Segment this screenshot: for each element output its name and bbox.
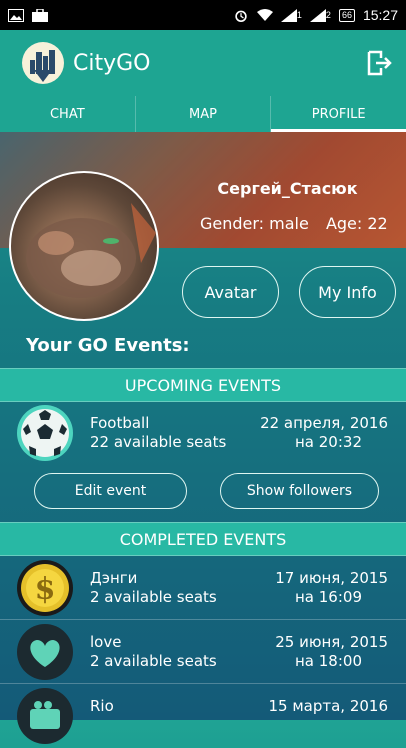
- tab-chat[interactable]: CHAT: [0, 96, 135, 132]
- event-seats: 2 available seats: [90, 652, 217, 670]
- event-name: Дэнги: [90, 569, 138, 587]
- upcoming-events-header: UPCOMING EVENTS: [0, 368, 406, 402]
- sim1-label: 1: [296, 10, 302, 20]
- tab-profile[interactable]: PROFILE: [270, 96, 406, 132]
- sim2-label: 2: [325, 10, 331, 20]
- heart-icon: [16, 623, 74, 681]
- event-date: 15 марта, 2016: [268, 697, 388, 715]
- event-date: 22 апреля, 2016: [260, 414, 388, 432]
- logout-icon[interactable]: [366, 50, 392, 76]
- status-left: [8, 8, 48, 22]
- list-item[interactable]: Rio 15 марта, 2016: [0, 684, 406, 748]
- user-gender: Gender: male: [200, 214, 309, 233]
- event-seats: 22 available seats: [90, 433, 227, 451]
- status-bar: 1 2 66 15:27: [0, 0, 406, 30]
- event-date: 25 июня, 2015: [275, 633, 388, 651]
- event-date: 17 июня, 2015: [275, 569, 388, 587]
- completed-events-header: COMPLETED EVENTS: [0, 522, 406, 556]
- user-age: Age: 22: [325, 214, 388, 233]
- event-name: Rio: [90, 697, 114, 715]
- event-time: на 20:32: [295, 433, 362, 451]
- briefcase-icon: [32, 8, 48, 22]
- list-item[interactable]: $ Дэнги 2 available seats 17 июня, 2015 …: [0, 556, 406, 620]
- soccer-ball-icon: [16, 404, 74, 462]
- status-right: 1 2 66 15:27: [233, 7, 398, 23]
- tab-map[interactable]: MAP: [134, 96, 271, 132]
- dollar-coin-icon: $: [16, 559, 74, 617]
- signal-sim2-icon: [309, 8, 326, 22]
- events-heading: Your GO Events:: [26, 335, 190, 356]
- event-seats: 2 available seats: [90, 588, 217, 606]
- signal-sim1-icon: [280, 8, 297, 22]
- gallery-icon: [8, 8, 24, 22]
- event-time: на 16:09: [295, 588, 362, 606]
- user-name: Сергей_Стасюк: [217, 179, 358, 198]
- event-name: love: [90, 633, 122, 651]
- avatar[interactable]: [9, 171, 159, 321]
- wifi-icon: [256, 8, 273, 21]
- alarm-icon: [235, 10, 247, 22]
- edit-event-button[interactable]: Edit event: [34, 473, 187, 509]
- list-item[interactable]: Football 22 available seats 22 апреля, 2…: [0, 401, 406, 465]
- app-bar: CityGO: [0, 30, 406, 96]
- user-meta: Gender: male Age: 22: [200, 214, 388, 233]
- battery-icon: 66: [338, 8, 355, 22]
- app-logo: [22, 42, 64, 84]
- svg-text:$: $: [35, 572, 56, 607]
- app-title: CityGO: [73, 50, 151, 76]
- event-name: Football: [90, 414, 150, 432]
- avatar-button[interactable]: Avatar: [182, 266, 279, 318]
- tab-bar: CHAT MAP PROFILE: [0, 96, 406, 132]
- event-time: на 18:00: [295, 652, 362, 670]
- my-info-button[interactable]: My Info: [299, 266, 396, 318]
- list-item[interactable]: love 2 available seats 25 июня, 2015 на …: [0, 620, 406, 684]
- camera-icon: [16, 687, 74, 745]
- status-time: 15:27: [362, 7, 398, 23]
- show-followers-button[interactable]: Show followers: [220, 473, 379, 509]
